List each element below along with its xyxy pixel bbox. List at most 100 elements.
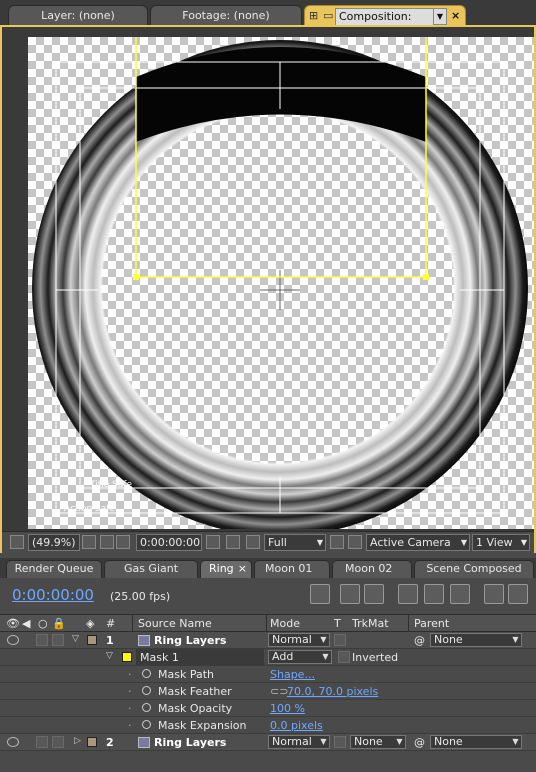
mask-property-row[interactable]: · Mask Path Shape... <box>0 666 536 683</box>
composition-canvas[interactable]: Title Safe Action Safe <box>28 37 534 529</box>
brainstorm-icon[interactable] <box>508 584 528 604</box>
label-icon[interactable]: ◈ <box>86 617 94 631</box>
mask-property-row[interactable]: · Mask Opacity 100 % <box>0 700 536 717</box>
stopwatch-icon[interactable] <box>142 703 151 712</box>
layer-number: 1 <box>106 634 114 647</box>
frame-blending-icon[interactable] <box>424 584 444 604</box>
column-parent[interactable]: Parent <box>414 617 449 631</box>
parent-dropdown[interactable]: None ▼ <box>430 735 522 749</box>
constrain-proportions-icon[interactable]: ⊂⊃ <box>270 684 288 699</box>
blend-mode-dropdown[interactable]: Normal ▼ <box>268 633 330 647</box>
eye-icon[interactable] <box>7 737 19 747</box>
composition-icon <box>138 635 150 646</box>
parent-dropdown[interactable]: None ▼ <box>430 633 522 647</box>
grid-icon[interactable] <box>100 535 114 549</box>
layer-name[interactable]: Ring Layers <box>154 633 226 648</box>
expand-triangle-icon[interactable]: ▷ <box>74 736 81 746</box>
mask-expansion-value[interactable]: 0.0 pixels <box>270 718 323 733</box>
action-safe-label: Action Safe <box>64 504 115 514</box>
eye-icon[interactable]: 👁 <box>6 617 20 631</box>
mask-visibility-icon[interactable] <box>116 535 130 549</box>
current-time-field[interactable]: 0:00:00:00 <box>136 534 202 551</box>
column-t[interactable]: T <box>334 617 341 631</box>
magnification-dropdown[interactable]: (49.9%) <box>28 534 80 551</box>
mask-vertex-handle[interactable] <box>133 274 139 280</box>
column-mode[interactable]: Mode <box>270 617 300 631</box>
stopwatch-icon[interactable] <box>142 669 151 678</box>
mask-mode-dropdown[interactable]: Add ▼ <box>268 650 332 664</box>
chevron-down-icon[interactable]: ▼ <box>433 8 447 25</box>
region-of-interest-icon[interactable] <box>330 535 344 549</box>
comp-mini-flowchart-icon[interactable] <box>310 584 330 604</box>
view-layout-dropdown[interactable]: 1 View ▼ <box>472 534 530 551</box>
timeline-current-time[interactable]: 0:00:00:00 <box>12 586 94 604</box>
motion-blur-icon[interactable] <box>450 584 470 604</box>
color-channels-icon[interactable] <box>246 535 260 549</box>
tab-moon-02[interactable]: Moon 02 <box>332 560 412 578</box>
layer-row[interactable]: ▽ 1 Ring Layers Normal ▼ @ None ▼ <box>0 632 536 649</box>
tab-scene-composed[interactable]: Scene Composed <box>414 560 534 578</box>
tab-gas-giant[interactable]: Gas Giant <box>104 560 198 578</box>
mask-property-row[interactable]: · Mask Expansion 0.0 pixels <box>0 717 536 734</box>
blend-mode-dropdown[interactable]: Normal ▼ <box>268 735 330 749</box>
viewer-toolbar: (49.9%) 0:00:00:00 Full ▼ Active Camera ▼ … <box>2 531 534 553</box>
mask-opacity-value[interactable]: 100 % <box>270 701 305 716</box>
audio-icon[interactable]: ◀ <box>22 617 30 631</box>
transparency-grid-icon[interactable] <box>348 535 362 549</box>
live-update-icon[interactable] <box>340 584 360 604</box>
column-trkmat[interactable]: TrkMat <box>352 617 389 631</box>
tab-label: Layer: (none) <box>41 9 115 22</box>
layer-name[interactable]: Ring Layers <box>154 735 226 750</box>
collapse-triangle-icon[interactable]: ▽ <box>72 634 79 644</box>
collapse-triangle-icon[interactable]: ▽ <box>106 651 113 661</box>
stopwatch-icon[interactable] <box>142 720 151 729</box>
mask-vertex-handle[interactable] <box>423 274 429 280</box>
show-channel-icon[interactable] <box>226 535 240 549</box>
camera-icon[interactable] <box>206 535 220 549</box>
mask-color-swatch[interactable] <box>122 652 132 662</box>
column-source-name[interactable]: Source Name <box>138 617 212 631</box>
track-matte-dropdown[interactable]: None ▼ <box>350 735 406 749</box>
lock-toggle[interactable] <box>52 736 64 748</box>
layer-label-color[interactable] <box>87 635 97 645</box>
property-name: Mask Opacity <box>158 702 233 715</box>
monitor-icon[interactable] <box>10 535 24 549</box>
solo-toggle[interactable] <box>36 634 48 646</box>
tab-footage-viewer[interactable]: Footage: (none) <box>150 5 302 26</box>
tab-ring[interactable]: Ring × <box>200 560 252 578</box>
tab-composition-viewer[interactable]: ⊞ ▭ Composition: Ring ▼ × <box>304 5 466 40</box>
resolution-dropdown[interactable]: Full ▼ <box>264 534 326 551</box>
close-icon[interactable]: × <box>451 6 460 25</box>
mask-path-value[interactable]: Shape... <box>270 667 315 682</box>
bullet: · <box>128 685 132 698</box>
preserve-transparency-toggle[interactable] <box>334 634 346 646</box>
chevron-down-icon[interactable] <box>82 535 96 549</box>
tab-moon-01[interactable]: Moon 01 <box>254 560 330 578</box>
mask-row[interactable]: ▽ Mask 1 Add ▼ Inverted <box>0 649 536 666</box>
preserve-transparency-toggle[interactable] <box>334 736 346 748</box>
inverted-checkbox[interactable] <box>338 651 350 663</box>
graph-editor-icon[interactable] <box>484 584 504 604</box>
eye-icon[interactable] <box>7 635 19 645</box>
solo-toggle[interactable] <box>36 736 48 748</box>
hide-shy-layers-icon[interactable] <box>398 584 418 604</box>
tab-render-queue[interactable]: Render Queue <box>6 560 102 578</box>
tab-layer-viewer[interactable]: Layer: (none) <box>8 5 148 26</box>
camera-view-dropdown[interactable]: Active Camera ▼ <box>366 534 470 551</box>
layer-label-color[interactable] <box>87 737 97 747</box>
pickwhip-icon[interactable]: @ <box>414 735 425 750</box>
mask-feather-value[interactable]: 70.0, 70.0 pixels <box>287 684 378 699</box>
mask-property-row[interactable]: · Mask Feather ⊂⊃ 70.0, 70.0 pixels <box>0 683 536 700</box>
pickwhip-icon[interactable]: @ <box>414 633 425 648</box>
lock-icon[interactable]: ⊞ <box>309 6 318 25</box>
stopwatch-icon[interactable] <box>142 686 151 695</box>
lock-toggle[interactable] <box>52 634 64 646</box>
draft-3d-icon[interactable] <box>364 584 384 604</box>
mask-name-field[interactable]: Mask 1 <box>136 649 264 665</box>
lock-icon[interactable]: 🔒 <box>52 617 66 631</box>
close-icon[interactable]: × <box>238 561 247 577</box>
column-number[interactable]: # <box>106 617 115 631</box>
solo-icon[interactable]: ○ <box>38 617 48 631</box>
layer-row[interactable]: ▷ 2 Ring Layers Normal ▼ None ▼ @ None ▼ <box>0 734 536 751</box>
ring-artwork: Title Safe Action Safe <box>32 37 528 529</box>
